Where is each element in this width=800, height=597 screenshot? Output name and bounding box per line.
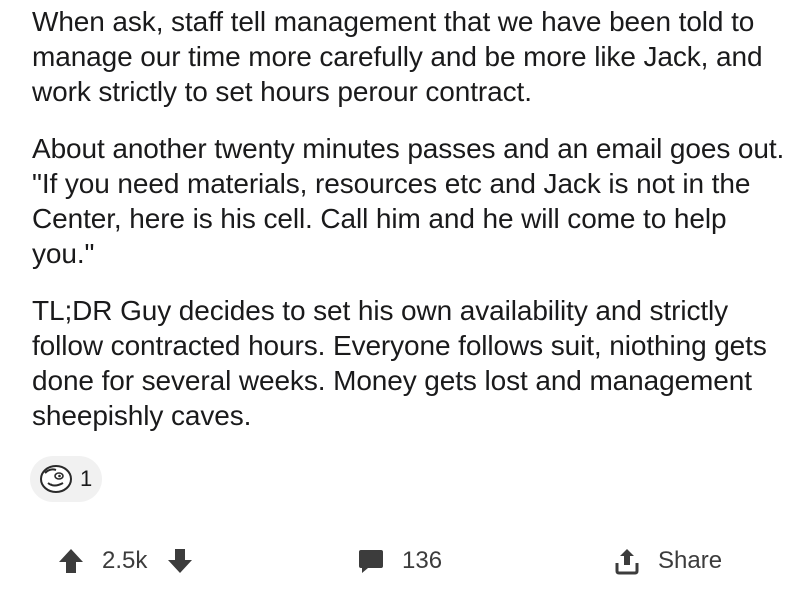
award-face-icon [36, 459, 76, 499]
post-body: When ask, staff tell management that we … [32, 4, 792, 455]
share-button[interactable]: Share [612, 536, 722, 586]
vote-count: 2.5k [102, 547, 148, 574]
comments-button[interactable]: 136 [356, 536, 442, 586]
share-label: Share [658, 547, 723, 574]
post-paragraph-1: When ask, staff tell management that we … [32, 6, 763, 107]
downvote-arrow-icon[interactable] [165, 546, 195, 576]
share-upload-icon [612, 546, 642, 576]
comment-bubble-icon [356, 546, 386, 576]
upvote-arrow-icon[interactable] [56, 546, 86, 576]
post-paragraph-3: TL;DR Guy decides to set his own availab… [32, 295, 767, 431]
award-count: 1 [80, 466, 93, 491]
awards-pill[interactable]: 1 [30, 456, 102, 502]
post-paragraph-2: About another twenty minutes passes and … [32, 133, 785, 269]
comment-count: 136 [402, 547, 443, 574]
post-action-bar: 2.5k 136 Share [0, 536, 800, 586]
vote-group: 2.5k [56, 536, 195, 586]
